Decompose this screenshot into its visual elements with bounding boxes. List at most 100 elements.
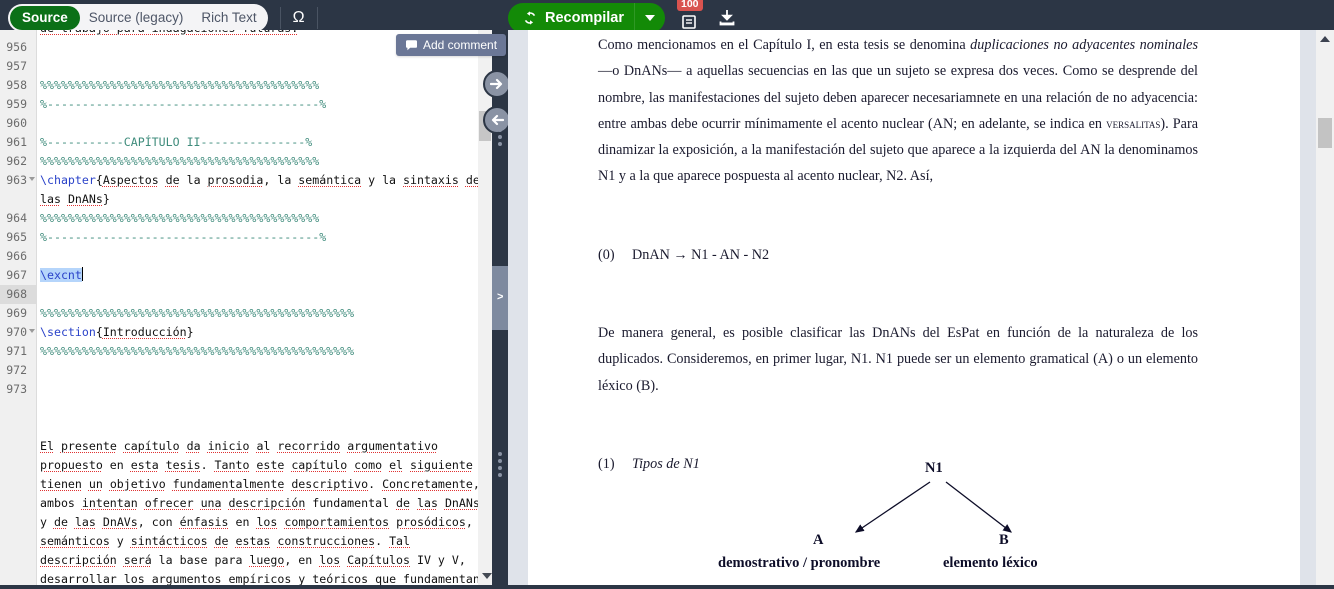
tree-right-node: B	[999, 532, 1009, 548]
example-number: (0)	[598, 246, 615, 263]
line-number: 961	[6, 135, 27, 149]
line-text: \excnt	[40, 266, 485, 285]
recompile-button[interactable]: Recompilar	[508, 3, 634, 33]
recompile-group: Recompilar 100	[508, 0, 740, 33]
line-number: 967	[6, 268, 27, 282]
pdf-paragraph-2: De manera general, es posible clasificar…	[598, 325, 1198, 394]
code-line[interactable]: 958 %%%%%%%%%%%%%%%%%%%%%%%%%%%%%%%%%%%%…	[0, 76, 492, 95]
example-text: Tipos de N1	[632, 455, 700, 472]
panel-splitter[interactable]: >	[483, 30, 511, 589]
line-number: 963	[6, 173, 27, 187]
splitter-grip-bottom[interactable]	[498, 452, 502, 480]
line-number: 964	[6, 211, 27, 225]
line-text: %%%%%%%%%%%%%%%%%%%%%%%%%%%%%%%%%%%%%%%%…	[40, 344, 355, 358]
mode-source-legacy-button[interactable]: Source (legacy)	[80, 6, 193, 30]
bottom-bar	[0, 585, 1334, 589]
tree-left-label: demostrativo / pronombre	[718, 555, 881, 571]
editor-scroll-down-icon[interactable]	[482, 573, 492, 579]
line-number: 973	[6, 382, 27, 396]
source-editor-pane[interactable]: de trabajo para indagaciones futuras. 95…	[0, 30, 492, 589]
fold-toggle-icon[interactable]	[29, 177, 35, 181]
chevron-down-icon	[644, 15, 655, 21]
code-line[interactable]: 970 \section{Introducción}	[0, 323, 492, 342]
download-pdf-button[interactable]	[714, 5, 740, 31]
code-line[interactable]: 962 %%%%%%%%%%%%%%%%%%%%%%%%%%%%%%%%%%%%…	[0, 152, 492, 171]
line-number: 968	[6, 287, 27, 301]
logs-error-count-badge: 100	[676, 0, 703, 11]
pdf-preview-pane[interactable]: Como mencionamos en el Capítulo I, en es…	[508, 30, 1334, 589]
code-line[interactable]: 969 %%%%%%%%%%%%%%%%%%%%%%%%%%%%%%%%%%%%…	[0, 304, 492, 323]
symbol-palette-icon[interactable]: Ω	[281, 3, 317, 33]
recompile-dropdown-button[interactable]	[633, 3, 665, 33]
splitter-drag-handle[interactable]: >	[492, 266, 508, 330]
example-number: (1)	[598, 455, 615, 472]
code-line[interactable]: 961 %-----------CAPÍTULO II-------------…	[0, 133, 492, 152]
arrow-left-icon	[491, 114, 504, 126]
code-line[interactable]: 966	[0, 247, 492, 266]
line-number: 969	[6, 306, 27, 320]
pdf-scrollbar-thumb[interactable]	[1318, 118, 1332, 148]
pdf-italic-term: duplicaciones no adyacentes nominales	[970, 37, 1198, 53]
line-number: 962	[6, 154, 27, 168]
code-line[interactable]: 968	[0, 285, 492, 304]
pdf-example-0: (0) DnAN → N1 - AN - N2	[598, 242, 1198, 268]
line-text: %%%%%%%%%%%%%%%%%%%%%%%%%%%%%%%%%%%%%%%%	[40, 78, 320, 92]
code-line[interactable]: 973 El presente capítulo da inicio al re…	[0, 380, 492, 589]
mode-rich-text-button[interactable]: Rich Text	[192, 6, 265, 30]
download-icon	[719, 10, 735, 26]
pdf-smallcaps-term: versalitas	[1106, 115, 1161, 131]
logs-file-icon	[682, 15, 696, 29]
code-line[interactable]: 972	[0, 361, 492, 380]
code-line[interactable]: 964 %%%%%%%%%%%%%%%%%%%%%%%%%%%%%%%%%%%%…	[0, 209, 492, 228]
code-line[interactable]: 959 %-----------------------------------…	[0, 95, 492, 114]
pdf-spacer	[598, 399, 1198, 425]
line-number: 956	[6, 40, 27, 54]
text-cursor	[81, 267, 84, 281]
line-number: 958	[6, 78, 27, 92]
line-number: 959	[6, 97, 27, 111]
arrow-right-icon	[490, 78, 503, 90]
add-comment-label: Add comment	[423, 38, 498, 52]
pdf-scroll-up-icon[interactable]	[1320, 36, 1330, 42]
code-line[interactable]: 963 \chapter{Aspectos de la prosodia, la…	[0, 171, 492, 209]
fold-toggle-icon[interactable]	[29, 329, 35, 333]
code-line[interactable]: 960	[0, 114, 492, 133]
toolbar-divider-right	[316, 7, 318, 29]
splitter-grip-top[interactable]	[498, 128, 502, 149]
line-text: El presente capítulo da inicio al recorr…	[40, 439, 480, 586]
selected-text: \excnt	[40, 268, 82, 282]
sync-to-pdf-button[interactable]	[483, 70, 511, 98]
line-number: 972	[6, 363, 27, 377]
line-text: %%%%%%%%%%%%%%%%%%%%%%%%%%%%%%%%%%%%%%%%…	[40, 306, 355, 320]
code-line[interactable]: 957	[0, 57, 492, 76]
code-line[interactable]: 971 %%%%%%%%%%%%%%%%%%%%%%%%%%%%%%%%%%%%…	[0, 342, 492, 361]
code-content[interactable]: 956 957 958 %%%%%%%%%%%%%%%%%%%%%%%%%%%%…	[0, 38, 492, 589]
refresh-icon	[522, 10, 538, 26]
line-number: 966	[6, 249, 27, 263]
pdf-spacer	[598, 268, 1198, 294]
line-text: \section{Introducción}	[40, 325, 194, 339]
sync-to-code-button[interactable]	[483, 106, 511, 134]
code-line-active[interactable]: 967 \excnt	[0, 266, 492, 304]
line-text: %---------------------------------------…	[40, 230, 327, 244]
compile-logs-button[interactable]: 100	[676, 0, 703, 31]
mode-source-button[interactable]: Source	[10, 6, 80, 30]
pdf-spacer	[598, 190, 1198, 216]
line-text: %---------------------------------------…	[40, 97, 327, 111]
pdf-text-content: Como mencionamos en el Capítulo I, en es…	[598, 32, 1198, 477]
n1-type-tree-diagram: N1 A demostrativo / pronombre B elemento…	[703, 460, 1123, 589]
line-number: 960	[6, 116, 27, 130]
overleaf-editor-window: Source Source (legacy) Rich Text Ω Recom…	[0, 0, 1334, 589]
pdf-spacer	[598, 294, 1198, 320]
comment-bubble-icon	[405, 39, 418, 52]
line-text: %-----------CAPÍTULO II---------------%	[40, 135, 313, 149]
example-text: DnAN → N1 - AN - N2	[632, 246, 770, 263]
code-line[interactable]: 965 %-----------------------------------…	[0, 228, 492, 247]
add-comment-button[interactable]: Add comment	[396, 34, 507, 56]
editor-mode-switcher: Source Source (legacy) Rich Text	[8, 4, 268, 32]
line-number: 971	[6, 344, 27, 358]
pdf-scrollbar-track[interactable]	[1316, 30, 1334, 589]
line-text: %%%%%%%%%%%%%%%%%%%%%%%%%%%%%%%%%%%%%%%%	[40, 211, 320, 225]
line-text: \chapter{Aspectos de la prosodia, la sem…	[40, 173, 480, 206]
tree-left-node: A	[813, 532, 824, 548]
